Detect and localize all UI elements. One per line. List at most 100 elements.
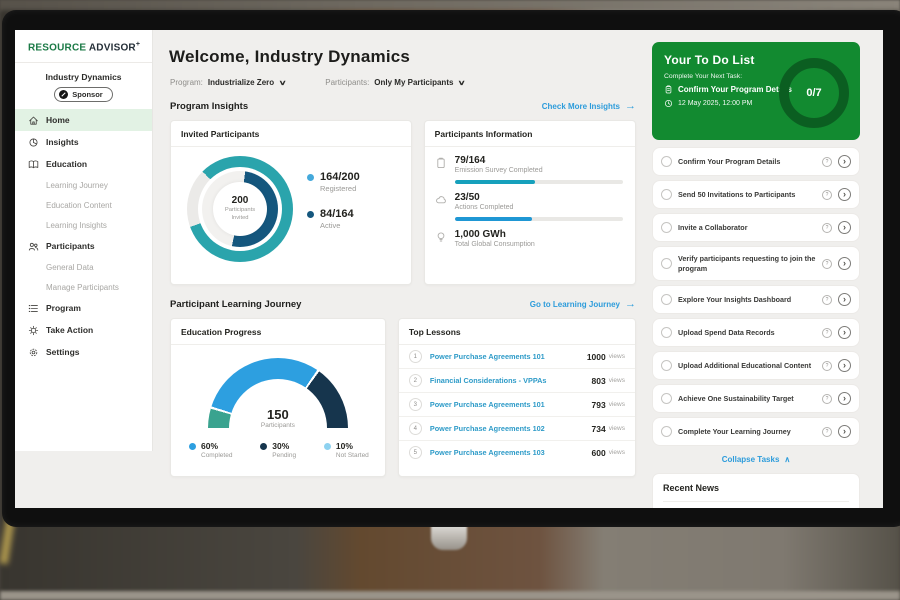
task-label: Explore Your Insights Dashboard [678, 295, 816, 305]
task-go-button[interactable]: › [838, 425, 851, 438]
task-checkbox[interactable] [661, 360, 672, 371]
task-info-icon[interactable]: ? [822, 259, 832, 269]
sidebar-item[interactable]: Settings [15, 341, 152, 363]
lesson-views-count: 734 [592, 424, 606, 434]
top-lessons-card: Top Lessons 1 Power Purchase Agreements … [398, 318, 636, 477]
task-info-icon[interactable]: ? [822, 328, 832, 338]
task-info-icon[interactable]: ? [822, 427, 832, 437]
recent-news-card: Recent News [652, 473, 860, 508]
task-go-button[interactable]: › [838, 188, 851, 201]
task-info-icon[interactable]: ? [822, 223, 832, 233]
dashboard-screen: RESOURCE ADVISOR+ Industry Dynamics Spon… [15, 30, 883, 508]
sidebar-item-label: Insights [46, 137, 79, 147]
stat-icon [435, 231, 447, 243]
invited-donut-center: 200 Participants Invited [213, 182, 267, 236]
stat-row: 79/164 Emission Survey Completed [425, 147, 635, 184]
gauge-label: Participants [208, 422, 348, 429]
sidebar-item[interactable]: Participants [15, 235, 152, 257]
lesson-views-word: views [609, 377, 625, 384]
task-checkbox[interactable] [661, 294, 672, 305]
legend-item: 60% Completed [189, 441, 232, 459]
app-logo: RESOURCE ADVISOR+ [15, 30, 152, 63]
program-insights-header: Program Insights Check More Insights → [170, 101, 636, 112]
arrow-right-icon: → [625, 299, 636, 310]
lesson-title-link[interactable]: Power Purchase Agreements 102 [430, 424, 592, 433]
task-go-button[interactable]: › [838, 326, 851, 339]
task-checkbox[interactable] [661, 156, 672, 167]
sidebar-item[interactable]: Manage Participants [15, 277, 152, 297]
lesson-title-link[interactable]: Power Purchase Agreements 103 [430, 448, 592, 457]
go-to-learning-journey-label: Go to Learning Journey [530, 300, 620, 309]
participants-filter-dropdown[interactable]: Participants: Only My Participants ∨ [325, 78, 464, 87]
lesson-title-link[interactable]: Financial Considerations - VPPAs [430, 376, 592, 385]
task-info-icon[interactable]: ? [822, 295, 832, 305]
task-go-button[interactable]: › [838, 359, 851, 372]
sidebar-item[interactable]: Learning Insights [15, 215, 152, 235]
stat-label: Total Global Consumption [455, 241, 535, 248]
task-checkbox[interactable] [661, 189, 672, 200]
todo-task-row[interactable]: Upload Additional Educational Content ? … [652, 351, 860, 380]
participants-information-card: Participants Information 79/164 Emission… [424, 120, 636, 285]
task-info-icon[interactable]: ? [822, 361, 832, 371]
todo-task-row[interactable]: Complete Your Learning Journey ? › [652, 417, 860, 446]
sidebar-item[interactable]: Education [15, 153, 152, 175]
task-info-icon[interactable]: ? [822, 157, 832, 167]
legend-label: Registered [320, 184, 360, 193]
task-label: Send 50 Invitations to Participants [678, 190, 816, 200]
stat-icon [435, 157, 447, 169]
sidebar-item[interactable]: Education Content [15, 195, 152, 215]
task-checkbox[interactable] [661, 327, 672, 338]
sidebar-item[interactable]: Home [15, 109, 152, 131]
task-info-icon[interactable]: ? [822, 394, 832, 404]
stat-row: 1,000 GWh Total Global Consumption [425, 221, 635, 248]
task-go-button[interactable]: › [838, 293, 851, 306]
legend-dot [324, 443, 331, 450]
collapse-tasks-label: Collapse Tasks [722, 455, 780, 464]
check-more-insights-label: Check More Insights [542, 102, 620, 111]
lesson-row[interactable]: 5 Power Purchase Agreements 103 600 view… [399, 441, 635, 464]
task-checkbox[interactable] [661, 426, 672, 437]
sidebar-item[interactable]: Insights [15, 131, 152, 153]
lesson-title-link[interactable]: Power Purchase Agreements 101 [430, 352, 587, 361]
sponsor-badge[interactable]: Sponsor [54, 87, 112, 102]
todo-task-row[interactable]: Achieve One Sustainability Target ? › [652, 384, 860, 413]
sidebar-item[interactable]: Learning Journey [15, 175, 152, 195]
todo-task-row[interactable]: Send 50 Invitations to Participants ? › [652, 180, 860, 209]
invited-participants-card: Invited Participants 200 Participants In… [170, 120, 412, 285]
check-more-insights-link[interactable]: Check More Insights → [542, 101, 636, 112]
legend-percent: 30% [272, 441, 296, 451]
lesson-row[interactable]: 1 Power Purchase Agreements 101 1000 vie… [399, 345, 635, 369]
task-checkbox[interactable] [661, 258, 672, 269]
lesson-row[interactable]: 2 Financial Considerations - VPPAs 803 v… [399, 369, 635, 393]
task-go-button[interactable]: › [838, 392, 851, 405]
background-desk-edge [0, 591, 900, 600]
legend-item: 30% Pending [260, 441, 296, 459]
collapse-tasks-link[interactable]: Collapse Tasks∧ [652, 450, 860, 468]
task-go-button[interactable]: › [838, 221, 851, 234]
stat-value: 23/50 [455, 192, 514, 203]
program-filter-dropdown[interactable]: Program: Industrialize Zero ∨ [170, 78, 285, 87]
task-info-icon[interactable]: ? [822, 190, 832, 200]
sidebar-item[interactable]: General Data [15, 257, 152, 277]
go-to-learning-journey-link[interactable]: Go to Learning Journey → [530, 299, 636, 310]
todo-task-row[interactable]: Upload Spend Data Records ? › [652, 318, 860, 347]
sidebar-item[interactable]: Program [15, 297, 152, 319]
todo-task-row[interactable]: Confirm Your Program Details ? › [652, 147, 860, 176]
task-checkbox[interactable] [661, 393, 672, 404]
lesson-row[interactable]: 4 Power Purchase Agreements 102 734 view… [399, 417, 635, 441]
lesson-title-link[interactable]: Power Purchase Agreements 101 [430, 400, 592, 409]
sidebar-item[interactable]: Take Action [15, 319, 152, 341]
todo-counter: 0/7 [806, 87, 821, 99]
todo-task-row[interactable]: Verify participants requesting to join t… [652, 246, 860, 281]
lesson-row[interactable]: 3 Power Purchase Agreements 101 793 view… [399, 393, 635, 417]
task-go-button[interactable]: › [838, 257, 851, 270]
lesson-rank: 5 [409, 446, 422, 459]
todo-task-row[interactable]: Explore Your Insights Dashboard ? › [652, 285, 860, 314]
task-go-button[interactable]: › [838, 155, 851, 168]
lesson-views-count: 803 [592, 376, 606, 386]
top-lessons-title: Top Lessons [399, 319, 635, 345]
todo-task-row[interactable]: Invite a Collaborator ? › [652, 213, 860, 242]
task-checkbox[interactable] [661, 222, 672, 233]
sidebar-item-icon [28, 325, 39, 336]
task-label: Upload Additional Educational Content [678, 361, 816, 371]
